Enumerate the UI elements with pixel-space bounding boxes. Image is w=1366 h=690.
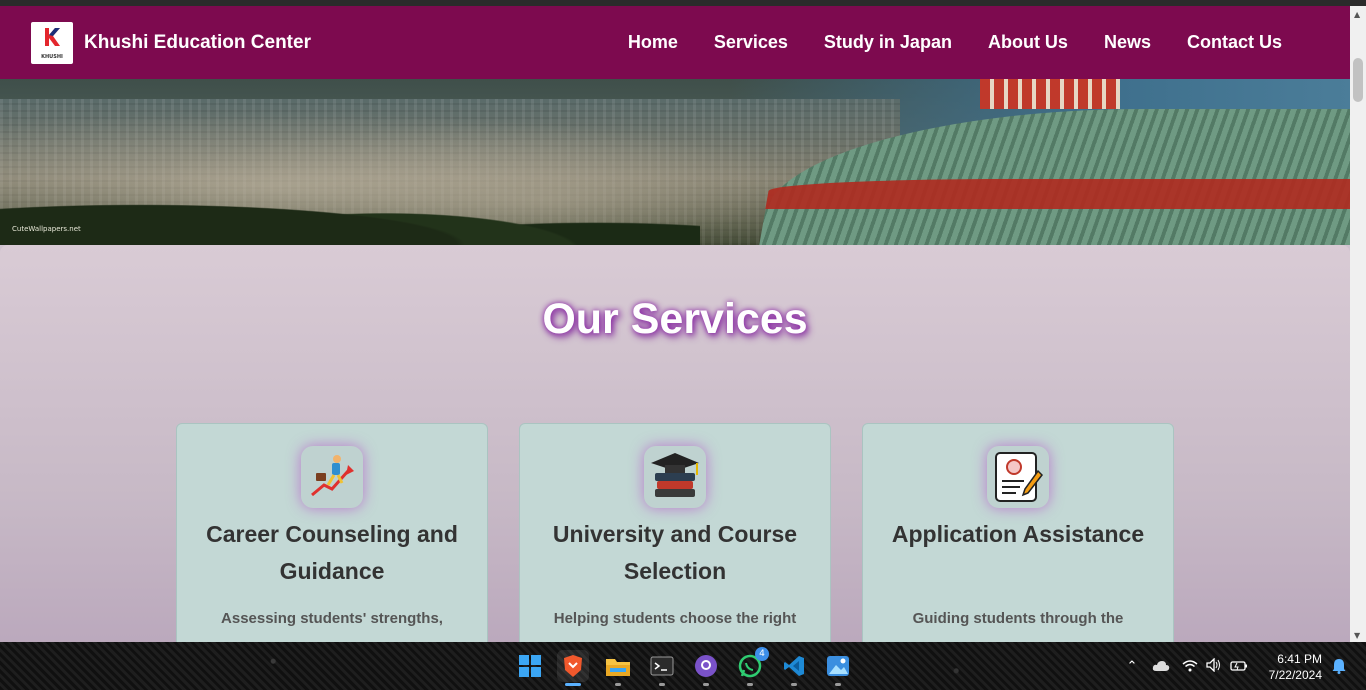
service-card-text: Helping students choose the right bbox=[553, 610, 797, 627]
vscode-icon[interactable] bbox=[778, 650, 810, 686]
brand-name[interactable]: Khushi Education Center bbox=[84, 32, 311, 54]
site-logo[interactable]: KHUSHI bbox=[31, 21, 73, 64]
service-card-university[interactable]: University and Course Selection Helping … bbox=[519, 423, 831, 642]
service-card-title: University and Course Selection bbox=[552, 521, 798, 584]
career-climb-icon bbox=[301, 446, 363, 508]
scroll-up-arrow-icon[interactable]: ▲ bbox=[1354, 10, 1360, 19]
system-tray: ⌃ bbox=[1122, 642, 1248, 690]
volume-icon[interactable] bbox=[1206, 656, 1222, 676]
hero-banner-image: CuteWallpapers.net bbox=[0, 79, 1350, 245]
nav-home[interactable]: Home bbox=[628, 32, 678, 53]
photos-icon[interactable] bbox=[822, 650, 854, 686]
service-card-title: Application Assistance bbox=[891, 521, 1145, 547]
graduation-books-icon bbox=[644, 446, 706, 508]
onedrive-cloud-icon[interactable] bbox=[1152, 657, 1170, 676]
clock-time: 6:41 PM bbox=[1277, 652, 1322, 666]
nav-contact-us[interactable]: Contact Us bbox=[1187, 32, 1282, 53]
battery-icon[interactable] bbox=[1230, 657, 1248, 676]
notification-bell-icon[interactable] bbox=[1332, 658, 1346, 678]
nav-news[interactable]: News bbox=[1104, 32, 1151, 53]
hero-trees bbox=[0, 175, 700, 245]
nav-services[interactable]: Services bbox=[714, 32, 788, 53]
windows-start-icon[interactable] bbox=[514, 650, 546, 682]
service-card-title: Career Counseling and Guidance bbox=[206, 521, 458, 584]
whatsapp-icon[interactable]: 4 bbox=[734, 647, 769, 686]
scrollbar-thumb[interactable] bbox=[1353, 58, 1363, 102]
windows-taskbar: 4 ⌃ 6:41 PM 7/22/2024 bbox=[0, 642, 1366, 690]
services-title: Our Services bbox=[542, 295, 808, 343]
nav-about-us[interactable]: About Us bbox=[988, 32, 1068, 53]
browser-viewport: KHUSHI Khushi Education Center Home Serv… bbox=[0, 6, 1350, 642]
wifi-icon[interactable] bbox=[1182, 657, 1198, 676]
logo-text: KHUSHI bbox=[41, 53, 63, 60]
service-card-text: Guiding students through the bbox=[912, 610, 1124, 627]
application-form-icon bbox=[987, 446, 1049, 508]
services-section: Our Services Career Counseling and Guida… bbox=[0, 245, 1350, 642]
hero-pagoda-roof-edge bbox=[765, 179, 1350, 209]
service-card-career[interactable]: Career Counseling and Guidance Assessing… bbox=[176, 423, 488, 642]
brand[interactable]: KHUSHI Khushi Education Center bbox=[31, 21, 311, 64]
brave-browser-icon[interactable] bbox=[557, 650, 589, 686]
whatsapp-badge: 4 bbox=[755, 647, 769, 661]
service-card-text: Assessing students' strengths, bbox=[221, 610, 443, 627]
hero-pagoda-top bbox=[980, 79, 1120, 109]
service-card-application[interactable]: Application Assistance Guiding students … bbox=[862, 423, 1174, 642]
taskbar-clock[interactable]: 6:41 PM 7/22/2024 bbox=[1269, 651, 1322, 683]
terminal-icon[interactable] bbox=[646, 650, 678, 686]
chevron-up-icon[interactable]: ⌃ bbox=[1122, 659, 1142, 674]
page-scrollbar[interactable]: ▲ ▼ bbox=[1350, 6, 1366, 642]
github-icon[interactable] bbox=[690, 650, 722, 686]
hero-watermark: CuteWallpapers.net bbox=[12, 225, 81, 233]
scroll-down-arrow-icon[interactable]: ▼ bbox=[1354, 631, 1360, 640]
site-header: KHUSHI Khushi Education Center Home Serv… bbox=[0, 6, 1350, 79]
nav-study-in-japan[interactable]: Study in Japan bbox=[824, 32, 952, 53]
file-explorer-icon[interactable] bbox=[602, 650, 634, 686]
main-nav: Home Services Study in Japan About Us Ne… bbox=[628, 6, 1282, 79]
k-logo-mark-icon bbox=[45, 27, 60, 46]
clock-date: 7/22/2024 bbox=[1268, 668, 1322, 682]
